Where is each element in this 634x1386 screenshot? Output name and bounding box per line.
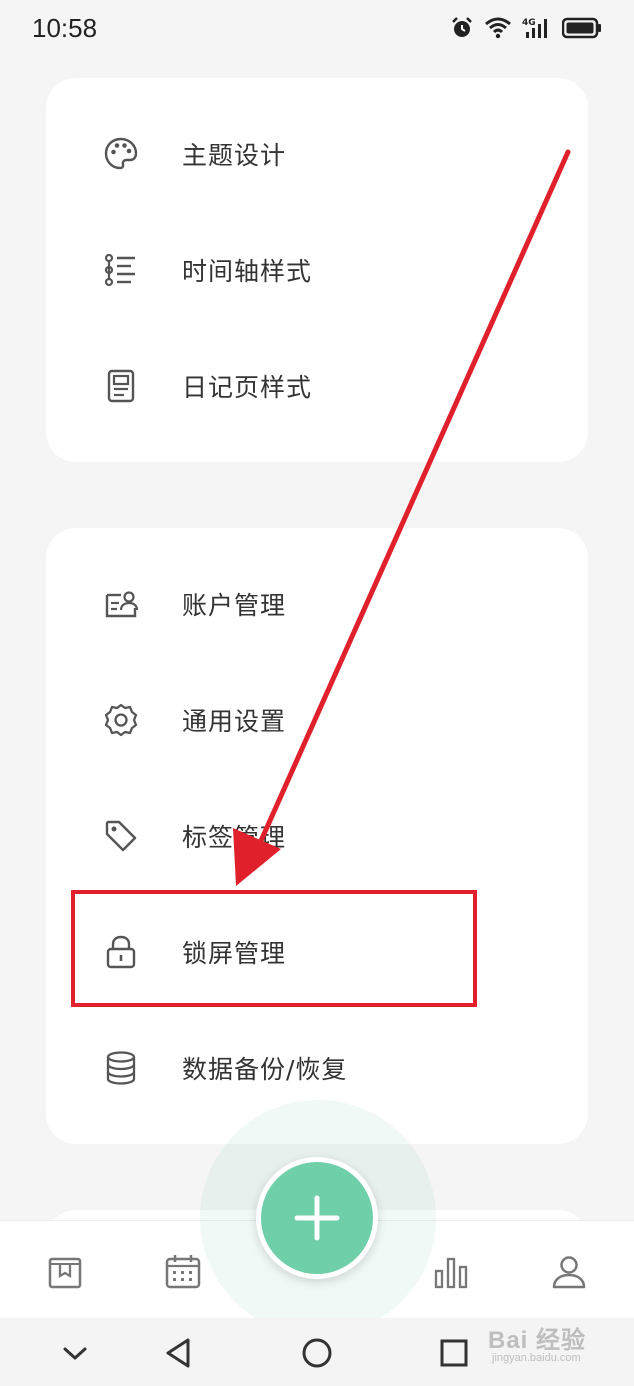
wifi-icon xyxy=(485,17,511,39)
settings-group-general: 账户管理 通用设置 标签管理 锁屏管理 数据备份/恢复 xyxy=(46,528,588,1144)
menu-item-label: 标签管理 xyxy=(182,823,287,852)
menu-item-tag-management[interactable]: 标签管理 xyxy=(46,778,588,894)
add-button[interactable] xyxy=(256,1157,378,1279)
add-icon xyxy=(294,1195,340,1241)
menu-item-label: 通用设置 xyxy=(182,707,287,736)
back-icon[interactable] xyxy=(162,1336,196,1370)
document-page-icon xyxy=(102,367,140,405)
status-bar: 10:58 4G xyxy=(0,0,634,56)
account-card-icon xyxy=(102,585,140,623)
menu-item-label: 日记页样式 xyxy=(182,373,313,402)
annotation-highlight-box xyxy=(71,890,477,1007)
palette-icon xyxy=(102,135,140,173)
timeline-list-icon xyxy=(102,251,140,289)
menu-item-diary-page-style[interactable]: 日记页样式 xyxy=(46,328,588,444)
menu-item-general-settings[interactable]: 通用设置 xyxy=(46,662,588,778)
statistics-icon[interactable] xyxy=(432,1253,470,1291)
home-icon[interactable] xyxy=(300,1336,334,1370)
baidu-jingyan-watermark: Bai 经验 jingyan.baidu.com xyxy=(488,1320,608,1372)
menu-item-label: 主题设计 xyxy=(182,141,287,170)
collapse-chevron-icon[interactable] xyxy=(58,1336,92,1370)
menu-item-label: 数据备份/恢复 xyxy=(182,1055,348,1084)
gear-icon xyxy=(102,701,140,739)
watermark-subtitle: jingyan.baidu.com xyxy=(492,1352,581,1364)
menu-item-label: 账户管理 xyxy=(182,591,287,620)
menu-item-label: 时间轴样式 xyxy=(182,257,313,286)
recents-icon[interactable] xyxy=(437,1336,471,1370)
alarm-icon xyxy=(452,17,472,37)
battery-icon xyxy=(562,17,601,39)
status-icons: 4G xyxy=(450,16,602,40)
menu-item-timeline-style[interactable]: 时间轴样式 xyxy=(46,212,588,328)
profile-icon[interactable] xyxy=(550,1253,588,1291)
4g-signal-icon: 4G xyxy=(522,18,547,38)
settings-group-appearance: 主题设计 时间轴样式 日记页样式 xyxy=(46,78,588,462)
diary-book-icon[interactable] xyxy=(46,1253,84,1291)
network-label: 4G xyxy=(522,18,536,28)
menu-item-account[interactable]: 账户管理 xyxy=(46,546,588,662)
watermark-brand: Bai 经验 xyxy=(488,1327,587,1354)
database-icon xyxy=(102,1049,140,1087)
calendar-icon[interactable] xyxy=(164,1253,202,1291)
tag-icon xyxy=(102,817,140,855)
menu-item-theme[interactable]: 主题设计 xyxy=(46,96,588,212)
status-time: 10:58 xyxy=(32,12,98,43)
